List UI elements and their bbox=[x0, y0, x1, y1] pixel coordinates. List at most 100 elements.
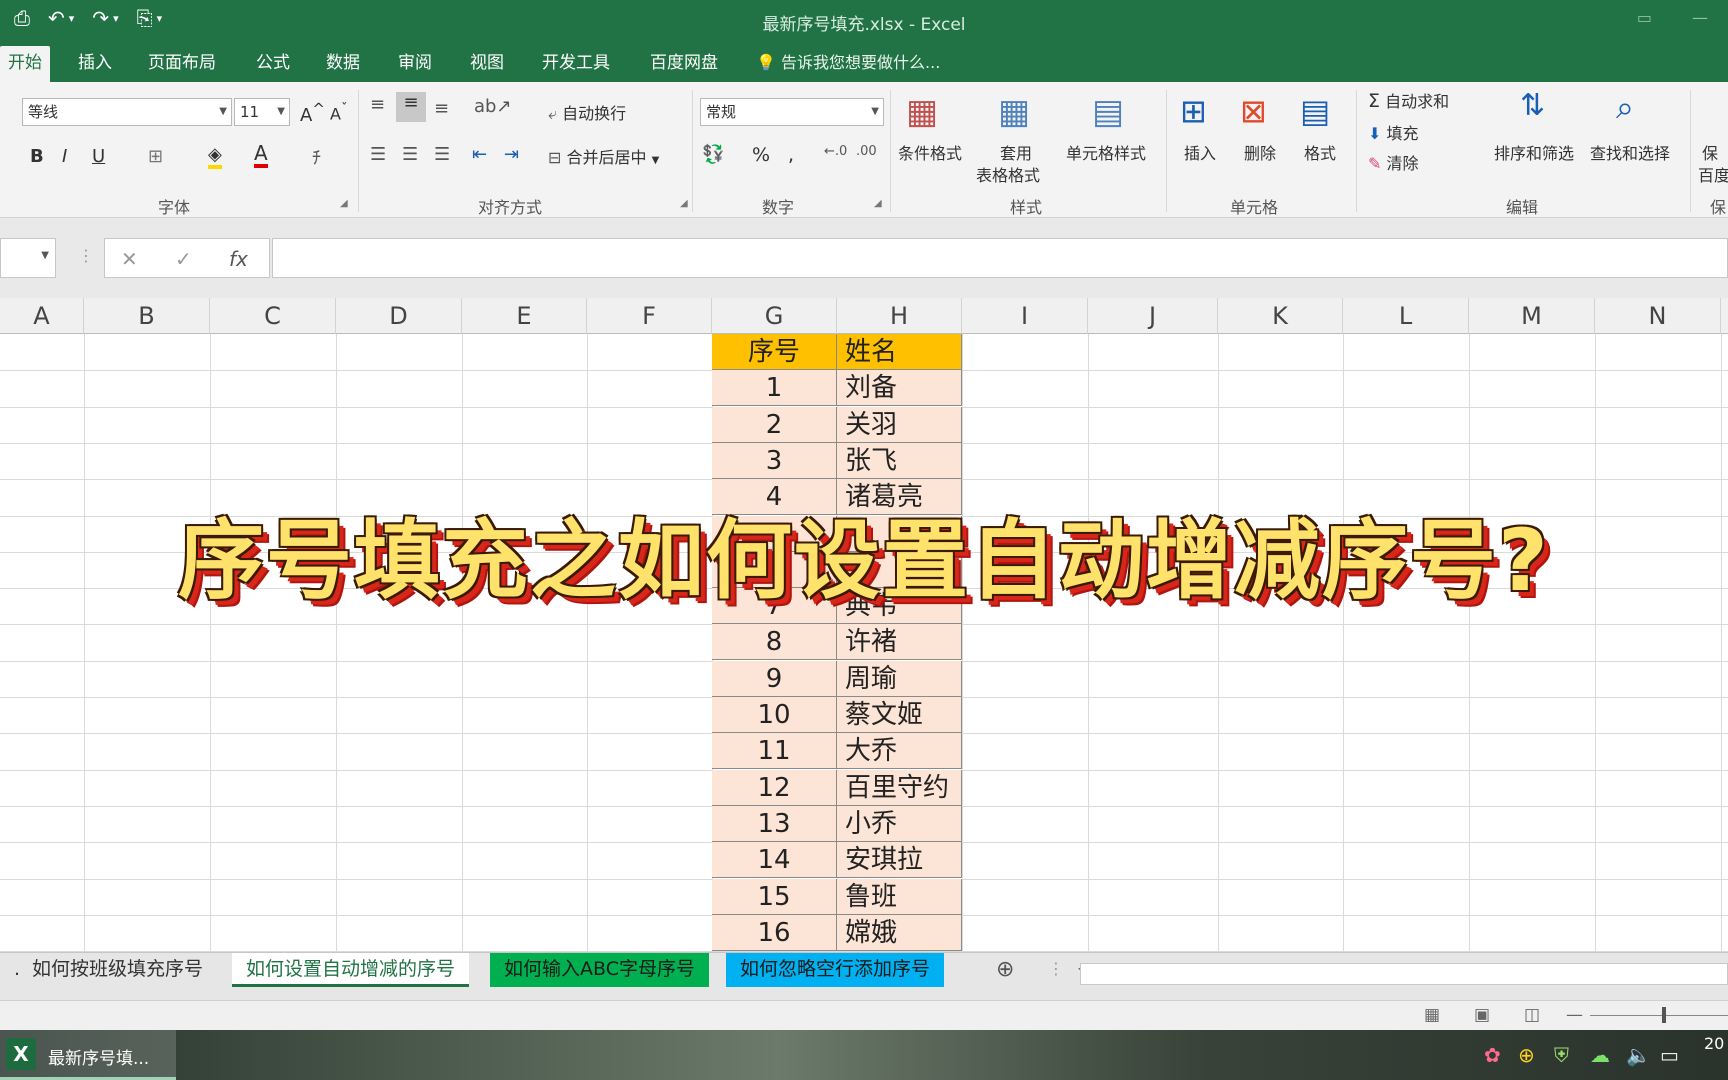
conditional-format-icon[interactable]: ▦ bbox=[906, 92, 938, 132]
worksheet-grid[interactable]: 序号 姓名 1 刘备 2 关羽 3 张飞 4 诸葛亮 5 6 7 典韦 8 许褚 9 周瑜 10 蔡文姬 11 大乔 12 百… bbox=[0, 334, 1728, 952]
clear-button[interactable]: ✎ 清除 bbox=[1368, 150, 1419, 174]
sort-filter-button[interactable]: 排序和筛选 bbox=[1494, 140, 1574, 164]
formula-input[interactable] bbox=[272, 238, 1728, 278]
table-format-label-2[interactable]: 表格格式 bbox=[976, 162, 1040, 186]
table-cell-seq[interactable]: 9 bbox=[712, 661, 837, 697]
align-left-icon[interactable]: ☰ bbox=[370, 144, 386, 165]
table-cell-seq[interactable]: 12 bbox=[712, 770, 837, 806]
horizontal-scrollbar[interactable] bbox=[1080, 963, 1728, 985]
column-header[interactable]: D bbox=[336, 298, 462, 334]
underline-button[interactable]: U bbox=[92, 146, 105, 167]
column-header[interactable]: B bbox=[84, 298, 210, 334]
wrap-text-button[interactable]: ⤶ 自动换行 bbox=[548, 100, 626, 124]
alignment-launcher-icon[interactable]: ◢ bbox=[680, 198, 688, 209]
percent-icon[interactable]: % bbox=[752, 144, 770, 166]
column-header[interactable]: H bbox=[837, 298, 962, 334]
column-header[interactable]: F bbox=[587, 298, 712, 334]
table-cell-seq[interactable]: 3 bbox=[712, 443, 837, 479]
tab-view[interactable]: 视图 bbox=[462, 46, 512, 82]
align-middle-icon[interactable]: ≡ bbox=[396, 92, 426, 122]
minimize-icon[interactable]: — bbox=[1692, 8, 1708, 27]
increase-decimal-icon[interactable]: ←.0 bbox=[824, 144, 847, 159]
normal-view-icon[interactable]: ▦ bbox=[1424, 1005, 1440, 1025]
table-header-name[interactable]: 姓名 bbox=[837, 334, 962, 370]
comma-icon[interactable]: , bbox=[788, 144, 794, 166]
insert-function-icon[interactable]: fx bbox=[229, 247, 248, 271]
ribbon-display-icon[interactable]: ▭ bbox=[1637, 8, 1652, 27]
delete-cells-icon[interactable]: ⊠ bbox=[1240, 92, 1267, 130]
table-cell-name[interactable]: 鲁班 bbox=[837, 879, 962, 915]
table-cell-seq[interactable]: 11 bbox=[712, 733, 837, 769]
format-cells-button[interactable]: 格式 bbox=[1304, 140, 1336, 164]
tab-review[interactable]: 审阅 bbox=[390, 46, 440, 82]
save-baidu-label-2[interactable]: 百度 bbox=[1698, 162, 1728, 186]
delete-cells-button[interactable]: 删除 bbox=[1244, 140, 1276, 164]
tab-splitter-icon[interactable]: ⋮ bbox=[1048, 959, 1064, 978]
add-app-icon[interactable]: ⊕ bbox=[1518, 1043, 1535, 1067]
autosum-button[interactable]: Σ 自动求和 bbox=[1368, 88, 1449, 112]
find-select-button[interactable]: 查找和选择 bbox=[1590, 140, 1670, 164]
zoom-out-icon[interactable]: — bbox=[1566, 1005, 1583, 1025]
tab-data[interactable]: 数据 bbox=[318, 46, 368, 82]
column-header[interactable]: M bbox=[1469, 298, 1595, 334]
number-launcher-icon[interactable]: ◢ bbox=[874, 198, 882, 209]
table-cell-seq[interactable]: 1 bbox=[712, 370, 837, 406]
column-header[interactable]: J bbox=[1088, 298, 1218, 334]
column-header[interactable]: L bbox=[1343, 298, 1469, 334]
align-center-icon[interactable]: ☰ bbox=[402, 144, 418, 165]
font-size-select[interactable]: 11 ▼ bbox=[234, 98, 290, 126]
conditional-format-button[interactable]: 条件格式 bbox=[898, 140, 962, 164]
decrease-decimal-icon[interactable]: .00 bbox=[856, 144, 877, 159]
table-cell-name[interactable]: 嫦娥 bbox=[837, 915, 962, 951]
zoom-slider[interactable] bbox=[1590, 1015, 1728, 1016]
table-cell-name[interactable]: 刘备 bbox=[837, 370, 962, 406]
table-cell-seq[interactable]: 15 bbox=[712, 879, 837, 915]
sort-filter-icon[interactable]: ⇅ bbox=[1520, 88, 1545, 123]
decrease-indent-icon[interactable]: ⇤ bbox=[472, 144, 487, 165]
tab-formulas[interactable]: 公式 bbox=[248, 46, 298, 82]
format-cells-icon[interactable]: ▤ bbox=[1300, 92, 1330, 130]
table-cell-seq[interactable]: 8 bbox=[712, 624, 837, 660]
table-cell-name[interactable]: 关羽 bbox=[837, 407, 962, 443]
table-cell-seq[interactable]: 10 bbox=[712, 697, 837, 733]
sheet-tab[interactable]: 如何输入ABC字母序号 bbox=[490, 953, 709, 987]
tab-home[interactable]: 开始 bbox=[0, 46, 50, 82]
column-header[interactable]: K bbox=[1218, 298, 1343, 334]
taskbar-excel-button[interactable]: X 最新序号填... bbox=[0, 1030, 176, 1080]
table-cell-name[interactable]: 周瑜 bbox=[837, 661, 962, 697]
enter-icon[interactable]: ✓ bbox=[175, 247, 192, 271]
table-cell-seq[interactable]: 2 bbox=[712, 407, 837, 443]
wechat-icon[interactable]: ☁ bbox=[1590, 1043, 1610, 1067]
fill-button[interactable]: ⬇ 填充 bbox=[1368, 120, 1419, 144]
network-icon[interactable]: ▭ bbox=[1660, 1043, 1679, 1067]
volume-icon[interactable]: 🔈 bbox=[1626, 1043, 1651, 1067]
decrease-font-icon[interactable]: Aˇ bbox=[330, 102, 348, 123]
name-box[interactable]: ▼ bbox=[0, 238, 56, 278]
table-format-icon[interactable]: ▦ bbox=[998, 92, 1030, 132]
column-header[interactable]: A bbox=[0, 298, 84, 334]
tab-developer[interactable]: 开发工具 bbox=[534, 46, 618, 82]
font-launcher-icon[interactable]: ◢ bbox=[340, 198, 348, 209]
font-color-icon[interactable]: A bbox=[254, 142, 268, 168]
table-cell-name[interactable]: 安琪拉 bbox=[837, 842, 962, 878]
column-header[interactable]: N bbox=[1595, 298, 1721, 334]
table-cell-seq[interactable]: 16 bbox=[712, 915, 837, 951]
save-baidu-label-1[interactable]: 保 bbox=[1702, 140, 1718, 164]
insert-cells-icon[interactable]: ⊞ bbox=[1180, 92, 1207, 130]
increase-indent-icon[interactable]: ⇥ bbox=[504, 144, 519, 165]
table-cell-name[interactable]: 百里守约 bbox=[837, 770, 962, 806]
clock[interactable]: 20 bbox=[1704, 1034, 1724, 1053]
column-header[interactable]: C bbox=[210, 298, 336, 334]
find-select-icon[interactable]: ⌕ bbox=[1616, 88, 1634, 127]
page-layout-view-icon[interactable]: ▣ bbox=[1474, 1005, 1490, 1025]
sheet-tab-active[interactable]: 如何设置自动增减的序号 bbox=[232, 953, 470, 987]
table-format-label-1[interactable]: 套用 bbox=[1000, 140, 1032, 164]
fill-color-icon[interactable]: ◈ bbox=[208, 144, 222, 169]
align-bottom-icon[interactable]: ≡ bbox=[434, 98, 449, 119]
page-break-view-icon[interactable]: ◫ bbox=[1524, 1005, 1540, 1025]
tab-insert[interactable]: 插入 bbox=[70, 46, 120, 82]
insert-cells-button[interactable]: 插入 bbox=[1184, 140, 1216, 164]
table-cell-name[interactable]: 大乔 bbox=[837, 733, 962, 769]
flower-app-icon[interactable]: ✿ bbox=[1484, 1043, 1501, 1067]
border-icon[interactable]: ⊞ bbox=[148, 146, 163, 167]
